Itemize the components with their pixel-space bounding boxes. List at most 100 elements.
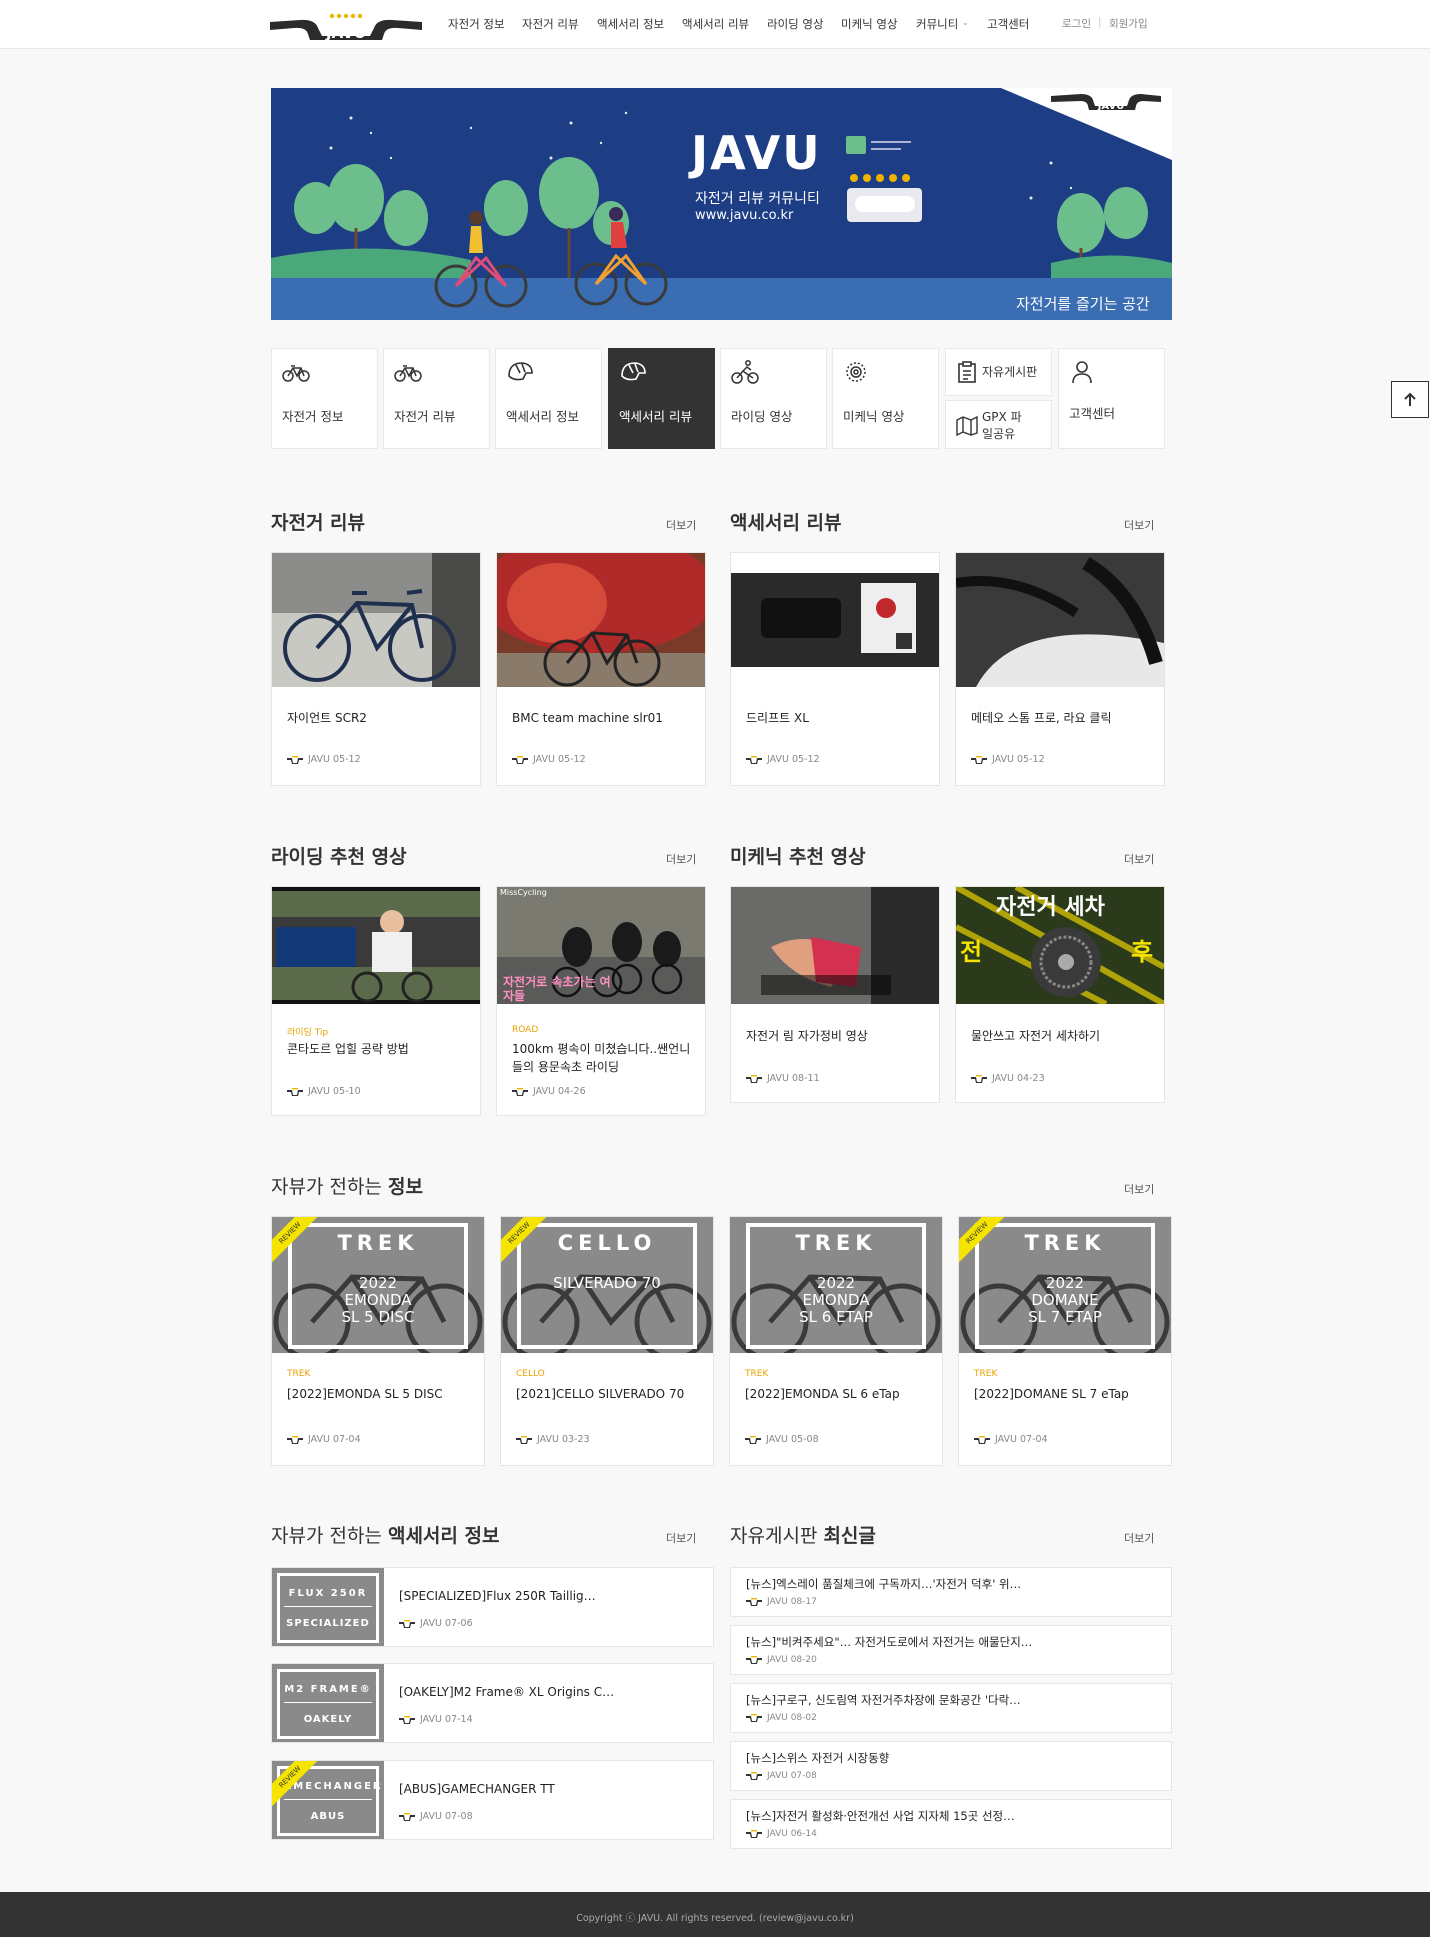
card-category: CELLO	[516, 1369, 545, 1379]
review-card[interactable]: 드리프트 XL JAVU 05-12	[730, 552, 940, 786]
mini-logo-icon	[974, 1435, 990, 1444]
post-meta: JAVU 07-08	[746, 1771, 817, 1781]
nav-customer-center[interactable]: 고객센터	[987, 16, 1029, 32]
category-gpx-share[interactable]: GPX 파일공유	[945, 400, 1052, 449]
category-customer-center[interactable]: 고객센터	[1058, 348, 1165, 449]
more-link-acc-review[interactable]: 더보기	[1124, 517, 1154, 533]
poster-line: SILVERADO 70	[553, 1274, 661, 1292]
acc-info-item[interactable]: FLUX 250R SPECIALIZED [SPECIALIZED]Flux 25…	[271, 1567, 714, 1647]
item-title: [ABUS]GAMECHANGER TT	[399, 1782, 555, 1796]
bicycle-icon	[394, 365, 422, 382]
card-thumbnail: CELLO SILVERADO 70 REVIEW	[501, 1217, 713, 1353]
nav-bike-review[interactable]: 자전거 리뷰	[522, 16, 579, 32]
board-post[interactable]: [뉴스]"비켜주세요"… 자전거도로에서 자전거는 애물단지… JAVU 08-2…	[730, 1625, 1172, 1675]
category-acc-review[interactable]: 액세서리 리뷰	[608, 348, 715, 449]
mini-logo-icon	[746, 1655, 762, 1664]
mini-logo-icon	[399, 1812, 415, 1821]
category-riding-video[interactable]: 라이딩 영상	[720, 348, 827, 449]
more-link-info[interactable]: 더보기	[1124, 1181, 1154, 1197]
card-title: 자이언트 SCR2	[287, 711, 367, 725]
board-post[interactable]: [뉴스]엑스레이 품질체크에 구독까지…'자전거 덕후' 위… JAVU 08-1…	[730, 1567, 1172, 1617]
more-link-riding[interactable]: 더보기	[666, 851, 696, 867]
more-link-mechanic[interactable]: 더보기	[1124, 851, 1154, 867]
mini-logo-icon	[287, 1435, 303, 1444]
card-thumbnail	[497, 553, 705, 687]
arrow-up-icon	[1404, 392, 1416, 406]
video-card[interactable]: 자전거 림 자가정비 영상 JAVU 08-11	[730, 886, 940, 1103]
card-thumbnail	[956, 553, 1164, 687]
signup-link[interactable]: 회원가입	[1109, 16, 1148, 31]
info-card[interactable]: TREK 2022 DOMANE SL 7 ETAP REVIEW TREK [2022]D…	[958, 1216, 1172, 1466]
card-meta: JAVU 07-04	[287, 1434, 361, 1445]
post-meta: JAVU 08-02	[746, 1713, 817, 1723]
acc-info-item[interactable]: M2 FRAME® OAKELY [OAKELY]M2 Frame® XL Orig…	[271, 1663, 714, 1743]
nav-bike-info[interactable]: 자전거 정보	[448, 16, 505, 32]
item-meta: JAVU 07-06	[399, 1618, 473, 1629]
card-thumbnail	[731, 553, 939, 687]
item-title: [OAKELY]M2 Frame® XL Origins C…	[399, 1685, 615, 1699]
card-title: [2022]DOMANE SL 7 eTap	[974, 1387, 1129, 1401]
info-card[interactable]: TREK 2022 EMONDA SL 5 DISC REVIEW TREK [2022]E…	[271, 1216, 485, 1466]
person-icon	[1072, 361, 1092, 384]
poster-brand: TREK	[1024, 1231, 1106, 1255]
category-mechanic-video[interactable]: 미케닉 영상	[832, 348, 939, 449]
nav-mechanic-video[interactable]: 미케닉 영상	[841, 16, 898, 32]
card-thumbnail: TREK 2022 DOMANE SL 7 ETAP REVIEW	[959, 1217, 1171, 1353]
gear-icon	[846, 362, 866, 382]
card-title: [2022]EMONDA SL 6 eTap	[745, 1387, 900, 1401]
more-link-board[interactable]: 더보기	[1124, 1530, 1154, 1546]
scroll-top-button[interactable]	[1391, 381, 1429, 418]
category-acc-info[interactable]: 액세서리 정보	[495, 348, 602, 449]
item-title: [SPECIALIZED]Flux 250R Taillig…	[399, 1589, 596, 1603]
poster-line: 2022 EMONDA SL 6 ETAP	[799, 1274, 873, 1326]
category-bike-info[interactable]: 자전거 정보	[271, 348, 378, 449]
nav-riding-video[interactable]: 라이딩 영상	[767, 16, 824, 32]
category-free-board[interactable]: 자유게시판	[945, 348, 1052, 396]
card-category: ROAD	[512, 1025, 539, 1035]
video-card[interactable]: MissCycling 자전거로 속초가는 여자들 ROAD 100km 평속이…	[496, 886, 706, 1116]
section-title-acc-review: 액세서리 리뷰	[730, 512, 842, 534]
nav-acc-review[interactable]: 액세서리 리뷰	[682, 16, 749, 32]
video-card[interactable]: 라이딩 Tip 콘타도르 업힐 공략 방법 JAVU 05-10	[271, 886, 481, 1116]
card-title: 드리프트 XL	[746, 711, 809, 725]
more-link-bike-review[interactable]: 더보기	[666, 517, 696, 533]
mini-logo-icon	[746, 1771, 762, 1780]
nav-community[interactable]: 커뮤니티	[916, 16, 958, 32]
card-category: 라이딩 Tip	[287, 1028, 329, 1038]
card-thumbnail: 자전거 세차 전 후	[956, 887, 1164, 1004]
banner-slogan: 자전거를 즐기는 공간	[1016, 295, 1150, 313]
card-title: [2021]CELLO SILVERADO 70	[516, 1387, 685, 1401]
acc-info-item[interactable]: GAMECHANGER ABUS REVIEW [ABUS]GAMECHANGER T…	[271, 1760, 714, 1840]
board-post[interactable]: [뉴스]스위스 자전거 시장동향 JAVU 07-08	[730, 1741, 1172, 1791]
category-label: 미케닉 영상	[843, 409, 905, 424]
review-card[interactable]: 자이언트 SCR2 JAVU 05-12	[271, 552, 481, 786]
post-title: [뉴스]구로구, 신도림역 자전거주차장에 문화공간 '다락…	[746, 1693, 1021, 1707]
review-card[interactable]: BMC team machine slr01 JAVU 05-12	[496, 552, 706, 786]
mini-logo-icon	[746, 1829, 762, 1838]
login-link[interactable]: 로그인	[1062, 16, 1091, 31]
clipboard-icon	[958, 361, 976, 383]
category-label: 액세서리 리뷰	[619, 409, 692, 424]
card-meta: JAVU 05-12	[287, 754, 361, 765]
card-title: 물안쓰고 자전거 세차하기	[971, 1029, 1101, 1043]
section-title-info: 자뷰가 전하는 정보	[271, 1176, 423, 1198]
mini-logo-icon	[971, 1074, 987, 1083]
info-card[interactable]: CELLO SILVERADO 70 REVIEW CELLO [2021]CELLO …	[500, 1216, 714, 1466]
post-meta: JAVU 08-17	[746, 1597, 817, 1607]
info-card[interactable]: TREK 2022 EMONDA SL 6 ETAP TREK [2022]EMONDA …	[729, 1216, 943, 1466]
footer-copyright: Copyright ⓒ JAVU. All rights reserved. (…	[576, 1913, 854, 1924]
more-link-acc-info[interactable]: 더보기	[666, 1530, 696, 1546]
nav-acc-info[interactable]: 액세서리 정보	[597, 16, 664, 32]
board-post[interactable]: [뉴스]자전거 활성화·안전개선 사업 지자체 15곳 선정… JAVU 06-1…	[730, 1799, 1172, 1849]
main-banner[interactable]: JAVU JAVU 자전거 리뷰 커뮤니티 www.javu.co.kr 자전거…	[271, 88, 1172, 320]
category-bike-review[interactable]: 자전거 리뷰	[383, 348, 490, 449]
site-logo[interactable]: JAVU	[270, 10, 422, 40]
card-meta: JAVU 05-10	[287, 1086, 361, 1097]
svg-text:JAVU: JAVU	[1097, 101, 1125, 112]
review-card[interactable]: 메테오 스톰 프로, 라요 클릭 JAVU 05-12	[955, 552, 1165, 786]
video-card[interactable]: 자전거 세차 전 후 물안쓰고 자전거 세차하기 JAVU 04-23	[955, 886, 1165, 1103]
card-meta: JAVU 08-11	[746, 1073, 820, 1084]
item-thumbnail: GAMECHANGER ABUS REVIEW	[272, 1761, 384, 1839]
card-thumbnail: TREK 2022 EMONDA SL 5 DISC REVIEW	[272, 1217, 484, 1353]
board-post[interactable]: [뉴스]구로구, 신도림역 자전거주차장에 문화공간 '다락… JAVU 08-0…	[730, 1683, 1172, 1733]
